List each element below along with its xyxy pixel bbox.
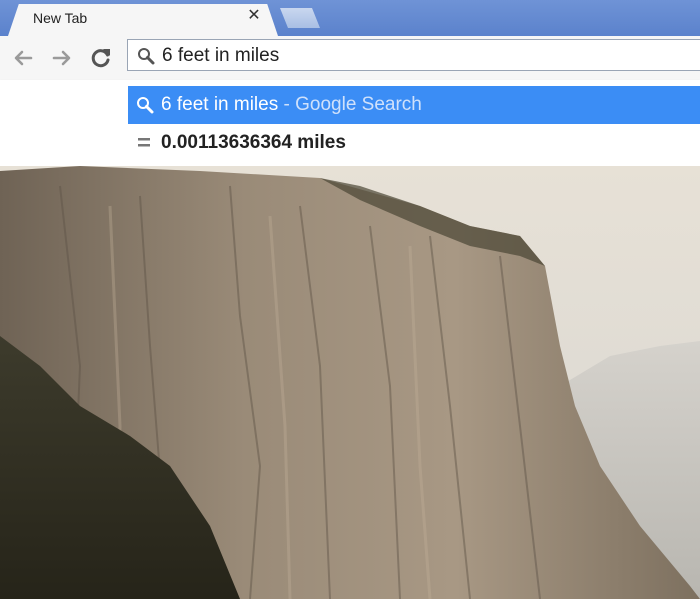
suggestion-separator: -	[278, 94, 296, 115]
tab-strip: New Tab ✕	[0, 0, 700, 36]
landscape-illustration	[0, 166, 700, 599]
suggestion-search[interactable]: 6 feet in miles - Google Search	[128, 86, 700, 124]
equals-icon	[138, 138, 150, 147]
new-tab-button[interactable]	[280, 8, 320, 28]
omnibox-dropdown: 6 feet in miles - Google Search 0.001136…	[0, 80, 700, 167]
omnibox-input[interactable]: 6 feet in miles	[162, 45, 279, 67]
toolbar: 6 feet in miles	[0, 36, 700, 80]
background-image	[0, 166, 700, 599]
search-icon	[137, 97, 154, 114]
suggestion-answer[interactable]: 0.00113636364 miles	[128, 124, 700, 162]
suggestion-text: 6 feet in miles - Google Search	[161, 94, 422, 116]
omnibox[interactable]: 6 feet in miles	[127, 39, 700, 71]
tab-close-icon[interactable]: ✕	[246, 8, 262, 24]
forward-arrow-icon[interactable]	[50, 46, 74, 70]
answer-text: 0.00113636364 miles	[161, 132, 346, 153]
search-icon	[138, 48, 155, 65]
back-arrow-icon[interactable]	[11, 46, 35, 70]
tab-title: New Tab	[33, 10, 88, 26]
reload-icon[interactable]	[89, 46, 113, 70]
suggestion-query: 6 feet in miles	[161, 94, 279, 115]
suggestion-engine: Google Search	[295, 94, 422, 115]
